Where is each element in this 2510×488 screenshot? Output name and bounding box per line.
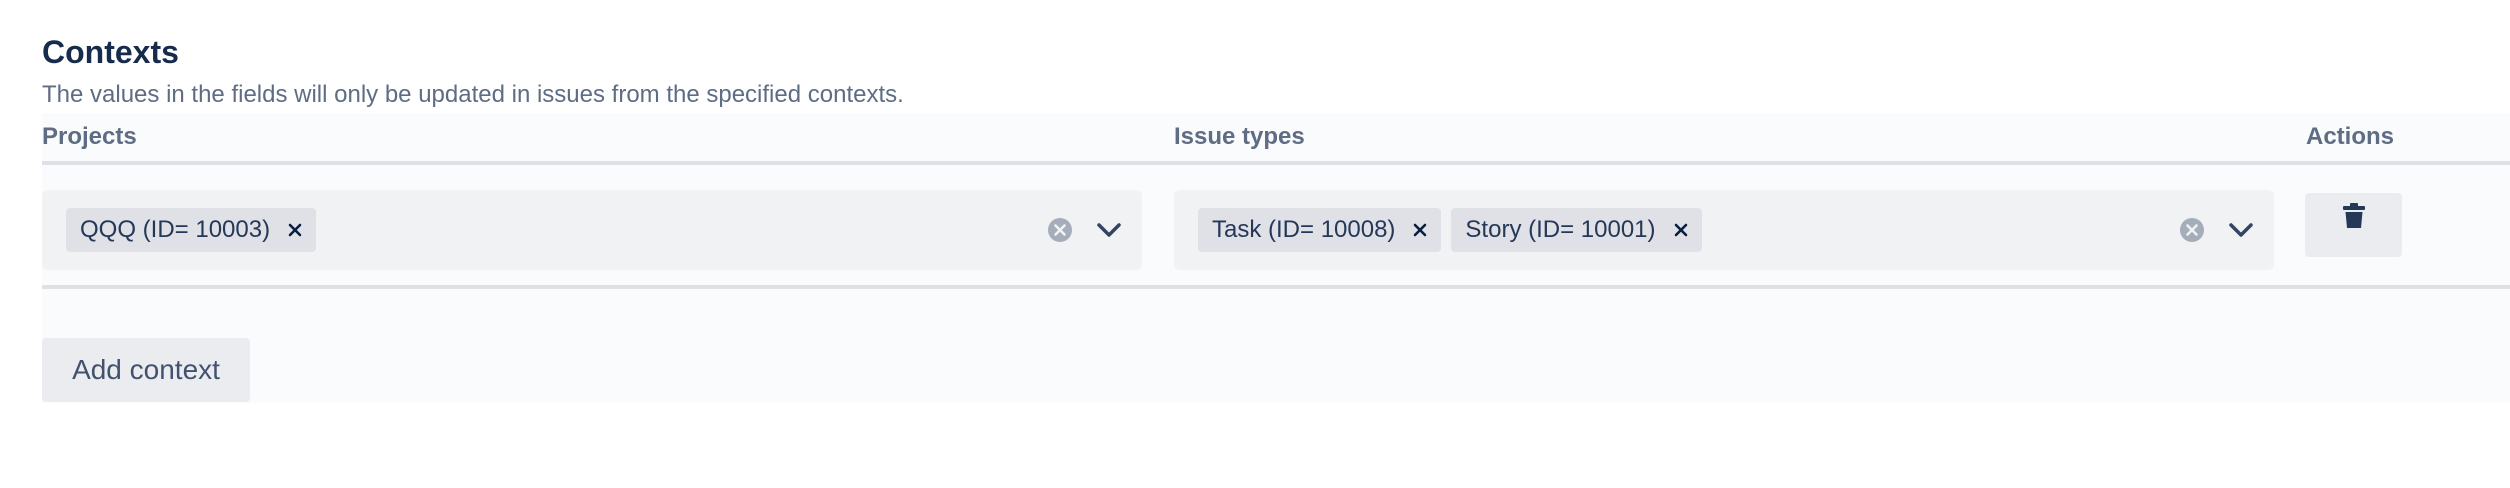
close-icon[interactable] [1409, 219, 1431, 241]
project-chip: QQQ (ID= 10003) [66, 208, 317, 252]
chevron-down-icon[interactable] [1095, 216, 1123, 244]
close-icon[interactable] [284, 219, 306, 241]
projects-chips: QQQ (ID= 10003) [66, 208, 317, 252]
projects-select[interactable]: QQQ (ID= 10003) [42, 190, 1142, 270]
issue-type-chip: Story (ID= 10001) [1451, 208, 1702, 252]
column-header-projects: Projects [42, 123, 137, 150]
issue-type-chips: Task (ID= 10008) Story (ID= 10001) [1198, 208, 1702, 252]
issue-type-chip-label: Story (ID= 10001) [1465, 216, 1656, 243]
column-header-actions: Actions [2306, 123, 2395, 150]
project-chip-label: QQQ (ID= 10003) [80, 216, 271, 243]
section-title: Contexts [42, 34, 179, 70]
issue-type-chip: Task (ID= 10008) [1198, 208, 1442, 252]
delete-context-button[interactable] [2305, 193, 2402, 257]
trash-icon [2342, 203, 2365, 234]
header-divider [42, 161, 2510, 165]
clear-circle-icon[interactable] [2179, 217, 2205, 243]
row-divider [42, 285, 2510, 289]
issue-types-select[interactable]: Task (ID= 10008) Story (ID= 10001) [1174, 190, 2274, 270]
column-header-issue-types: Issue types [1174, 123, 1305, 150]
add-context-button[interactable]: Add context [42, 338, 250, 402]
clear-circle-icon[interactable] [1047, 217, 1073, 243]
issue-type-chip-label: Task (ID= 10008) [1212, 216, 1396, 243]
close-icon[interactable] [1670, 219, 1692, 241]
chevron-down-icon[interactable] [2227, 216, 2255, 244]
section-description: The values in the fields will only be up… [42, 81, 904, 108]
